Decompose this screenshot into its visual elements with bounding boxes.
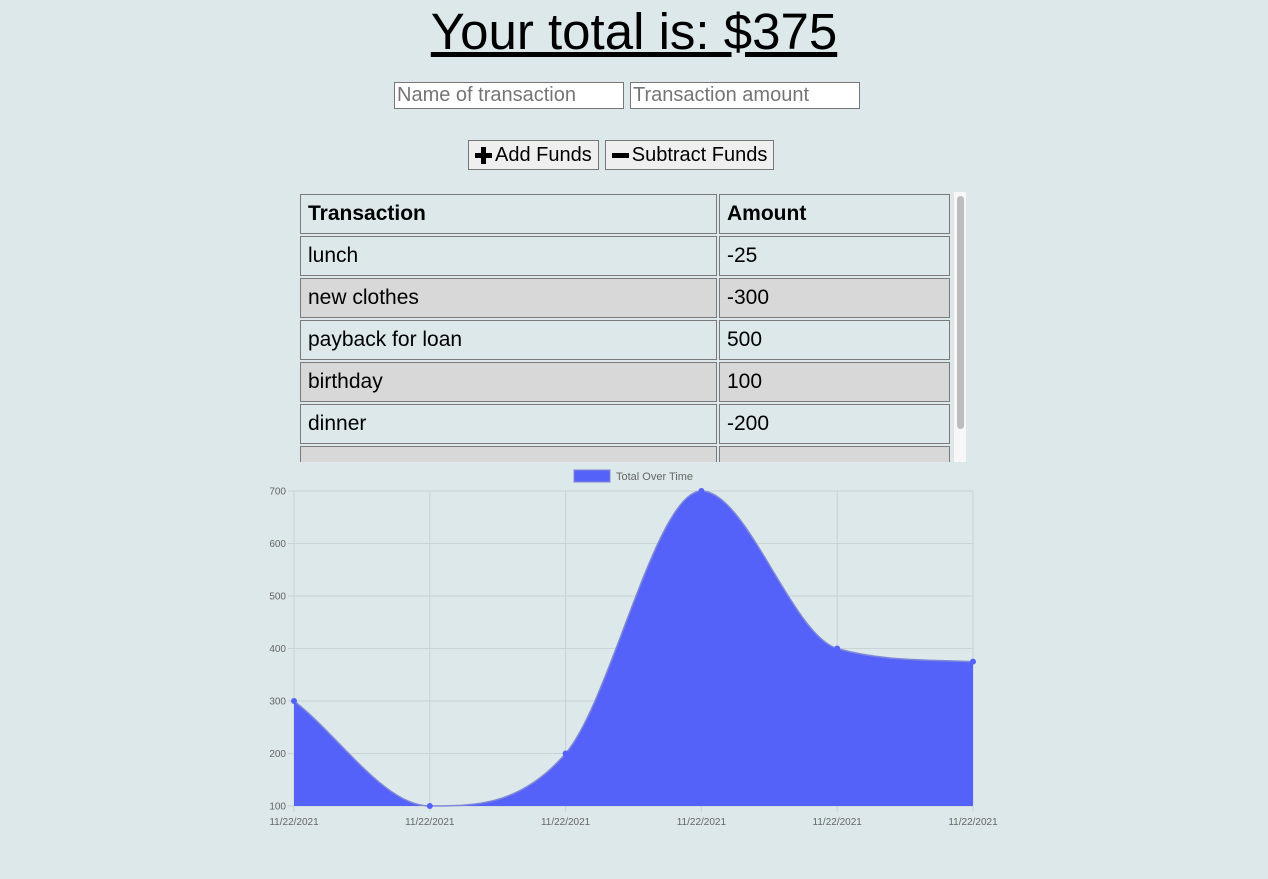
- subtract-funds-button[interactable]: Subtract Funds: [604, 140, 775, 170]
- transaction-name-input[interactable]: [394, 82, 624, 109]
- transaction-name-cell: new clothes: [300, 278, 717, 318]
- total-heading: Your total is: $375: [430, 3, 838, 60]
- y-tick-label: 500: [269, 592, 286, 603]
- table-row: new clothes -300: [300, 278, 950, 318]
- y-tick-label: 200: [269, 749, 286, 760]
- data-point: [562, 750, 569, 757]
- transaction-amount-cell: -25: [719, 236, 950, 276]
- x-tick-label: 11/22/2021: [269, 817, 319, 828]
- x-tick-label: 11/22/2021: [813, 817, 863, 828]
- add-funds-button[interactable]: Add Funds: [468, 140, 599, 170]
- y-tick-label: 300: [269, 697, 286, 708]
- table-row: dinner -200: [300, 404, 950, 444]
- transaction-form: [394, 82, 860, 109]
- table-scrollbar[interactable]: [953, 192, 966, 462]
- x-tick-label: 11/22/2021: [541, 817, 591, 828]
- table-row: [300, 446, 950, 462]
- subtract-funds-label: Subtract Funds: [631, 143, 768, 166]
- scrollbar-thumb[interactable]: [957, 196, 964, 429]
- y-tick-label: 100: [269, 802, 286, 813]
- table-header-row: Transaction Amount: [300, 194, 950, 234]
- transaction-amount-cell: -200: [719, 404, 950, 444]
- table-row: payback for loan 500: [300, 320, 950, 360]
- data-point: [426, 803, 433, 809]
- transaction-name-cell: lunch: [300, 236, 717, 276]
- transaction-column-header: Transaction: [300, 194, 717, 234]
- x-tick-label: 11/22/2021: [948, 817, 998, 828]
- table-row: birthday 100: [300, 362, 950, 402]
- transaction-amount-cell: [719, 446, 950, 462]
- legend-swatch: [573, 469, 611, 483]
- y-tick-label: 700: [269, 487, 286, 498]
- transaction-name-cell: payback for loan: [300, 320, 717, 360]
- add-funds-label: Add Funds: [495, 143, 592, 166]
- transactions-table: Transaction Amount lunch -25 new clothes…: [298, 192, 952, 462]
- total-over-time-chart: 100 200 300 400 500 600 700 11/22/2021 11/22/202…: [269, 469, 998, 828]
- data-point: [970, 658, 976, 665]
- plus-icon: [475, 146, 492, 164]
- y-tick-label: 600: [269, 539, 286, 550]
- amount-column-header: Amount: [719, 194, 950, 234]
- x-tick-label: 11/22/2021: [677, 817, 727, 828]
- transaction-amount-cell: 500: [719, 320, 950, 360]
- legend-label: Total Over Time: [616, 471, 693, 483]
- transaction-amount-cell: 100: [719, 362, 950, 402]
- data-point: [834, 645, 841, 652]
- transaction-name-cell: birthday: [300, 362, 717, 402]
- data-point: [698, 488, 705, 494]
- transaction-amount-cell: -300: [719, 278, 950, 318]
- minus-icon: [611, 147, 629, 164]
- transactions-table-container[interactable]: Transaction Amount lunch -25 new clothes…: [298, 192, 966, 462]
- table-row: lunch -25: [300, 236, 950, 276]
- transaction-name-cell: dinner: [300, 404, 717, 444]
- transaction-amount-input[interactable]: [630, 82, 860, 109]
- data-point: [291, 698, 297, 704]
- action-buttons: Add Funds Subtract Funds: [468, 140, 775, 170]
- y-tick-label: 400: [269, 644, 286, 655]
- transaction-name-cell: [300, 446, 717, 462]
- x-tick-label: 11/22/2021: [405, 817, 455, 828]
